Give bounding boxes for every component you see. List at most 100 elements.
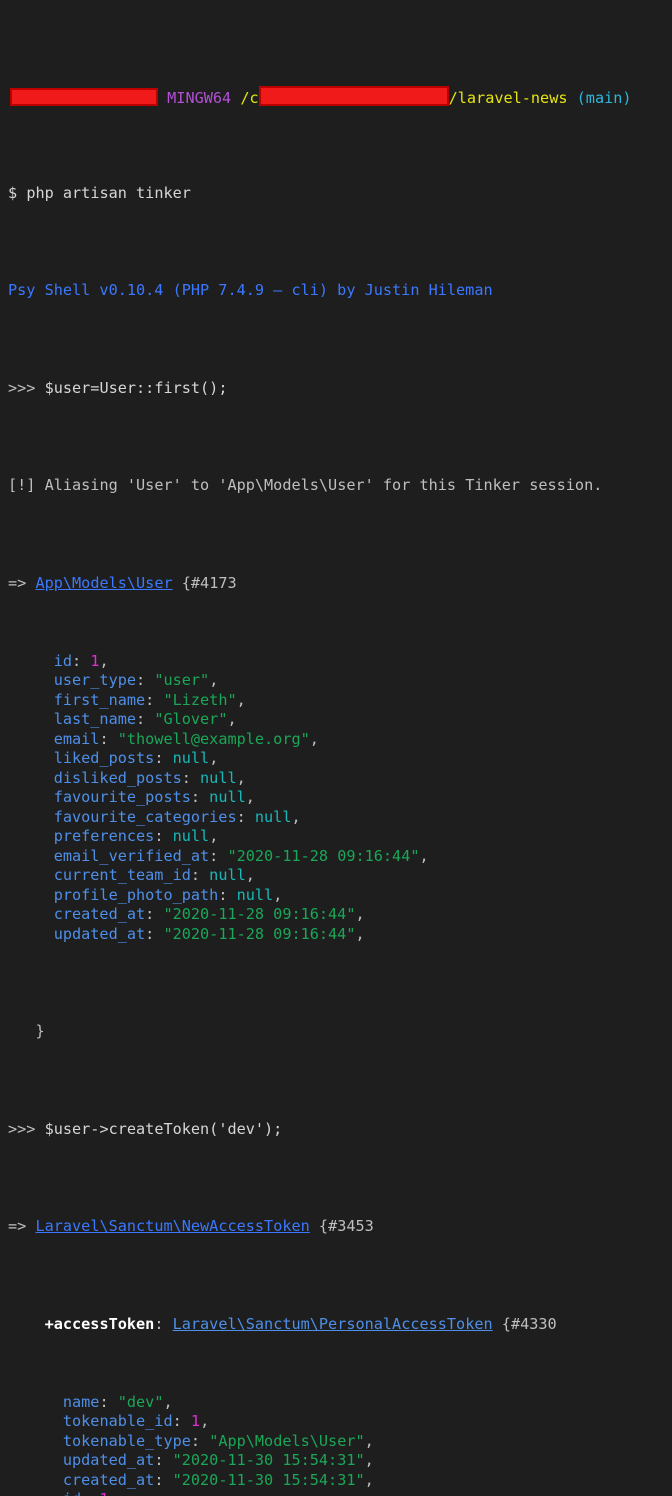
property-line: disliked_posts: null, xyxy=(8,769,672,789)
property-comma: , xyxy=(237,691,246,709)
psysh-input-line-2: >>> $user->createToken('dev'); xyxy=(8,1120,672,1140)
property-name: updated_at xyxy=(63,1451,154,1469)
path-suffix-label: /laravel-news xyxy=(449,89,568,107)
property-line: first_name: "Lizeth", xyxy=(8,691,672,711)
property-comma: , xyxy=(209,749,218,767)
property-comma: , xyxy=(310,730,319,748)
property-comma: , xyxy=(237,769,246,787)
property-line: created_at: "2020-11-28 09:16:44", xyxy=(8,905,672,925)
property-line: current_team_id: null, xyxy=(8,866,672,886)
property-line: tokenable_id: 1, xyxy=(8,1412,672,1432)
property-value: "Lizeth" xyxy=(163,691,236,709)
property-value: null xyxy=(173,749,210,767)
psysh-prompt-2: >>> xyxy=(8,1120,35,1138)
property-name: disliked_posts xyxy=(54,769,182,787)
psysh-input-line-1: >>> $user=User::first(); xyxy=(8,379,672,399)
token-object-header: => Laravel\Sanctum\NewAccessToken {#3453 xyxy=(8,1217,672,1237)
property-name: first_name xyxy=(54,691,145,709)
property-name: tokenable_id xyxy=(63,1412,173,1430)
property-name: preferences xyxy=(54,827,155,845)
property-name: last_name xyxy=(54,710,136,728)
property-comma: , xyxy=(200,1412,209,1430)
psysh-command-1: $user=User::first(); xyxy=(45,379,228,397)
token-object-id: {#3453 xyxy=(319,1217,374,1235)
shell-prompt-line: MINGW64 /c/laravel-news (main) xyxy=(8,86,672,106)
property-comma: , xyxy=(246,788,255,806)
property-line: email: "thowell@example.org", xyxy=(8,730,672,750)
property-name: liked_posts xyxy=(54,749,155,767)
user-properties-list: id: 1, user_type: "user", first_name: "L… xyxy=(8,652,672,945)
property-comma: , xyxy=(163,1393,172,1411)
property-comma: , xyxy=(365,1451,374,1469)
psysh-command-2: $user->createToken('dev'); xyxy=(45,1120,283,1138)
property-name: name xyxy=(63,1393,100,1411)
redacted-user-host xyxy=(10,88,158,106)
property-line: updated_at: "2020-11-30 15:54:31", xyxy=(8,1451,672,1471)
property-comma: , xyxy=(291,808,300,826)
dollar-prompt-icon: $ xyxy=(8,184,17,202)
token-class-name: Laravel\Sanctum\NewAccessToken xyxy=(35,1217,309,1235)
path-prefix-label: /c xyxy=(240,89,258,107)
property-line: id: 1, xyxy=(8,1490,672,1496)
property-value: null xyxy=(200,769,237,787)
property-comma: , xyxy=(99,652,108,670)
user-object-id: {#4173 xyxy=(182,574,237,592)
property-name: user_type xyxy=(54,671,136,689)
property-line: liked_posts: null, xyxy=(8,749,672,769)
alias-notice-text: Aliasing 'User' to 'App\Models\User' for… xyxy=(45,476,603,494)
property-name: updated_at xyxy=(54,925,145,943)
psysh-prompt-1: >>> xyxy=(8,379,35,397)
access-token-class-name: Laravel\Sanctum\PersonalAccessToken xyxy=(173,1315,493,1333)
property-line: user_type: "user", xyxy=(8,671,672,691)
banner-text: Psy Shell v0.10.4 (PHP 7.4.9 — cli) by J… xyxy=(8,281,493,299)
property-line: favourite_categories: null, xyxy=(8,808,672,828)
user-class-name: App\Models\User xyxy=(35,574,172,592)
property-line: last_name: "Glover", xyxy=(8,710,672,730)
property-line: created_at: "2020-11-30 15:54:31", xyxy=(8,1471,672,1491)
property-name: email xyxy=(54,730,100,748)
alias-notice-marker: [!] xyxy=(8,476,35,494)
command-text: php artisan tinker xyxy=(26,184,191,202)
property-name: id xyxy=(54,652,72,670)
property-comma: , xyxy=(227,710,236,728)
property-value: "user" xyxy=(154,671,209,689)
property-value: null xyxy=(209,866,246,884)
property-comma: , xyxy=(355,925,364,943)
terminal-window[interactable]: MINGW64 /c/laravel-news (main) $ php art… xyxy=(0,0,672,748)
property-comma: , xyxy=(355,905,364,923)
property-value: 1 xyxy=(99,1490,108,1496)
property-line: id: 1, xyxy=(8,652,672,672)
property-line: email_verified_at: "2020-11-28 09:16:44"… xyxy=(8,847,672,867)
command-line: $ php artisan tinker xyxy=(8,184,672,204)
property-comma: , xyxy=(209,827,218,845)
token-properties-list: name: "dev", tokenable_id: 1, tokenable_… xyxy=(8,1393,672,1496)
property-line: preferences: null, xyxy=(8,827,672,847)
property-value: "thowell@example.org" xyxy=(118,730,310,748)
shell-name-label: MINGW64 xyxy=(167,89,231,107)
user-close-brace: } xyxy=(35,1022,44,1040)
access-token-key: +accessToken xyxy=(45,1315,155,1333)
property-value: null xyxy=(173,827,210,845)
property-value: null xyxy=(237,886,274,904)
property-name: favourite_categories xyxy=(54,808,237,826)
property-value: "2020-11-30 15:54:31" xyxy=(173,1471,365,1489)
property-comma: , xyxy=(273,886,282,904)
property-line: name: "dev", xyxy=(8,1393,672,1413)
property-line: favourite_posts: null, xyxy=(8,788,672,808)
user-object-close: } xyxy=(8,1022,672,1042)
property-value: "2020-11-30 15:54:31" xyxy=(173,1451,365,1469)
property-value: "2020-11-28 09:16:44" xyxy=(163,925,355,943)
property-name: created_at xyxy=(63,1471,154,1489)
access-token-line: +accessToken: Laravel\Sanctum\PersonalAc… xyxy=(8,1315,672,1335)
property-value: "2020-11-28 09:16:44" xyxy=(227,847,419,865)
property-name: email_verified_at xyxy=(54,847,209,865)
access-token-object-id: {#4330 xyxy=(502,1315,557,1333)
property-line: tokenable_type: "App\Models\User", xyxy=(8,1432,672,1452)
psysh-banner: Psy Shell v0.10.4 (PHP 7.4.9 — cli) by J… xyxy=(8,281,672,301)
property-name: current_team_id xyxy=(54,866,191,884)
property-name: tokenable_type xyxy=(63,1432,191,1450)
property-value: null xyxy=(209,788,246,806)
property-line: profile_photo_path: null, xyxy=(8,886,672,906)
property-line: updated_at: "2020-11-28 09:16:44", xyxy=(8,925,672,945)
property-value: "dev" xyxy=(118,1393,164,1411)
